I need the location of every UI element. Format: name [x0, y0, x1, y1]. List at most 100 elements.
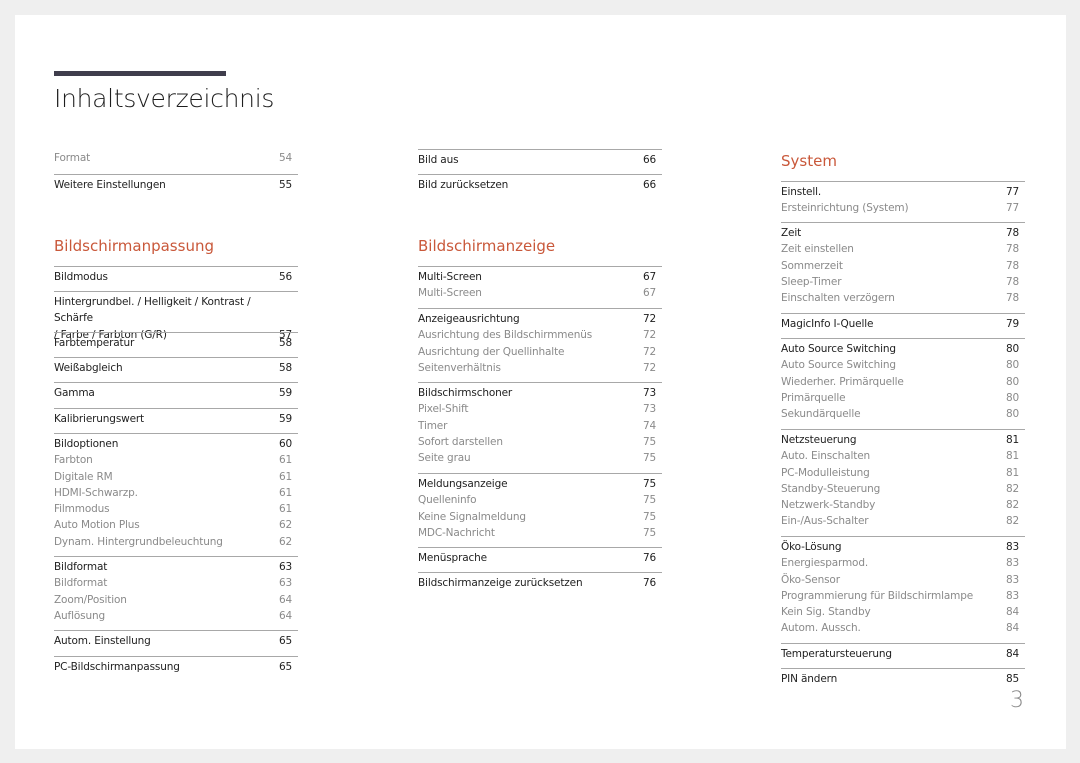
toc-subentry[interactable]: Seitenverhältnis 72 — [418, 360, 662, 376]
toc-subentry[interactable]: Netzwerk-Standby 82 — [781, 497, 1025, 513]
toc-subentry[interactable]: Multi-Screen 67 — [418, 285, 662, 301]
toc-subentry[interactable]: Ausrichtung des Bildschirmmenüs 72 — [418, 327, 662, 343]
toc-subentry[interactable]: Ein-/Aus-Schalter 82 — [781, 513, 1025, 529]
toc-entry-page: 82 — [1005, 499, 1019, 512]
toc-subentry[interactable]: Auto Motion Plus 62 — [54, 517, 298, 533]
toc-subentry[interactable]: Öko-Sensor 83 — [781, 572, 1025, 588]
toc-group: Farbtemperatur 58 — [54, 332, 298, 351]
toc-group: Öko-Lösung 83 Energiesparmod. 83 Öko-Sensor 8… — [781, 536, 1025, 637]
toc-entry-label: Wiederher. Primärquelle — [781, 375, 904, 388]
toc-entry-page: 76 — [642, 577, 656, 589]
toc-subentry[interactable]: Digitale RM 61 — [54, 469, 298, 485]
toc-subentry[interactable]: Ersteinrichtung (System) 77 — [781, 200, 1025, 216]
toc-entry-label: Ein-/Aus-Schalter — [781, 515, 869, 528]
toc-entry[interactable]: Anzeigeausrichtung 72 — [418, 311, 662, 327]
toc-entry-label: MDC-Nachricht — [418, 526, 495, 539]
toc-entry[interactable]: Bild aus 66 — [418, 152, 662, 168]
toc-entry[interactable]: Zeit 78 — [781, 225, 1025, 241]
toc-entry-page: 78 — [1005, 275, 1019, 288]
toc-entry-page: 75 — [642, 510, 656, 523]
toc-entry[interactable]: Bildschirmschoner 73 — [418, 385, 662, 401]
toc-subentry[interactable]: Einschalten verzögern 78 — [781, 290, 1025, 306]
toc-subentry[interactable]: PC-Modulleistung 81 — [781, 465, 1025, 481]
toc-subentry[interactable]: Bildformat 63 — [54, 575, 298, 591]
toc-entry[interactable]: Einstell. 77 — [781, 184, 1025, 200]
toc-entry[interactable]: Autom. Einstellung 65 — [54, 633, 298, 649]
toc-entry-page: 83 — [1005, 589, 1019, 602]
toc-entry-label: Netzsteuerung — [781, 434, 857, 446]
toc-entry[interactable]: Kalibrierungswert 59 — [54, 411, 298, 427]
toc-entry[interactable]: Weitere Einstellungen 55 — [54, 177, 298, 193]
toc-entry-page: 61 — [278, 470, 292, 483]
toc-entry[interactable]: PC-Bildschirmanpassung 65 — [54, 659, 298, 675]
toc-entry[interactable]: Öko-Lösung 83 — [781, 539, 1025, 555]
toc-subentry[interactable]: Autom. Aussch. 84 — [781, 620, 1025, 636]
toc-entry-page: 77 — [1005, 186, 1019, 198]
toc-entry[interactable]: Netzsteuerung 81 — [781, 432, 1025, 448]
toc-entry[interactable]: Auto Source Switching 80 — [781, 341, 1025, 357]
toc-entry-label: Ausrichtung der Quellinhalte — [418, 345, 565, 358]
toc-entry[interactable]: PIN ändern 85 — [781, 671, 1025, 687]
toc-subentry[interactable]: Farbton 61 — [54, 452, 298, 468]
toc-entry[interactable]: Meldungsanzeige 75 — [418, 476, 662, 492]
toc-entry-page: 84 — [1005, 622, 1019, 635]
toc-subentry[interactable]: Dynam. Hintergrundbeleuchtung 62 — [54, 534, 298, 550]
toc-group: Temperatursteuerung 84 — [781, 643, 1025, 662]
toc-entry-page: 80 — [1005, 359, 1019, 372]
toc-entry[interactable]: Multi-Screen 67 — [418, 269, 662, 285]
toc-entry-label: Ersteinrichtung (System) — [781, 202, 909, 215]
toc-subentry[interactable]: Quelleninfo 75 — [418, 492, 662, 508]
toc-group: Meldungsanzeige 75 Quelleninfo 75 Keine Sign… — [418, 473, 662, 541]
toc-entry[interactable]: Gamma 59 — [54, 385, 298, 401]
toc-entry[interactable]: Temperatursteuerung 84 — [781, 646, 1025, 662]
toc-subentry[interactable]: Zoom/Position 64 — [54, 592, 298, 608]
toc-subentry[interactable]: Auto Source Switching 80 — [781, 357, 1025, 373]
toc-entry-page: 85 — [1005, 673, 1019, 685]
toc-group: Kalibrierungswert 59 — [54, 408, 298, 427]
toc-subentry[interactable]: Kein Sig. Standby 84 — [781, 604, 1025, 620]
toc-subentry[interactable]: Wiederher. Primärquelle 80 — [781, 374, 1025, 390]
toc-entry-label: Auto Motion Plus — [54, 519, 140, 532]
toc-entry-page: 60 — [278, 438, 292, 450]
toc-subentry[interactable]: Sekundärquelle 80 — [781, 406, 1025, 422]
toc-entry[interactable]: Weißabgleich 58 — [54, 360, 298, 376]
toc-subentry[interactable]: Timer 74 — [418, 418, 662, 434]
toc-entry[interactable]: Bildoptionen 60 — [54, 436, 298, 452]
toc-entry-page: 83 — [1005, 573, 1019, 586]
toc-entry[interactable]: MagicInfo I-Quelle 79 — [781, 316, 1025, 332]
toc-subentry[interactable]: Auto. Einschalten 81 — [781, 448, 1025, 464]
toc-subentry[interactable]: Keine Signalmeldung 75 — [418, 509, 662, 525]
toc-subentry[interactable]: Pixel-Shift 73 — [418, 401, 662, 417]
toc-subentry[interactable]: Auflösung 64 — [54, 608, 298, 624]
toc-group: Format 54 — [54, 150, 298, 166]
toc-entry[interactable]: Farbtemperatur 58 — [54, 335, 298, 351]
toc-group: Anzeigeausrichtung 72 Ausrichtung des Bild… — [418, 308, 662, 376]
toc-subentry[interactable]: Ausrichtung der Quellinhalte 72 — [418, 344, 662, 360]
toc-entry[interactable]: Menüsprache 76 — [418, 550, 662, 566]
toc-entry-page: 78 — [1005, 292, 1019, 305]
toc-subentry[interactable]: HDMI-Schwarzp. 61 — [54, 485, 298, 501]
toc-entry[interactable]: Bildschirmanzeige zurücksetzen 76 — [418, 575, 662, 591]
toc-entry-label: Filmmodus — [54, 503, 110, 516]
toc-subentry[interactable]: Sommerzeit 78 — [781, 258, 1025, 274]
toc-subentry[interactable]: Programmierung für Bildschirmlampe 83 — [781, 588, 1025, 604]
toc-entry[interactable]: Bildformat 63 — [54, 559, 298, 575]
toc-group: Einstell. 77 Ersteinrichtung (System) 77 — [781, 181, 1025, 217]
toc-entry[interactable]: Bildmodus 56 — [54, 269, 298, 285]
toc-entry-page: 83 — [1005, 557, 1019, 570]
toc-subentry[interactable]: Standby-Steuerung 82 — [781, 481, 1025, 497]
toc-subentry[interactable]: Sofort darstellen 75 — [418, 434, 662, 450]
toc-entry-label: Farbton — [54, 454, 93, 467]
toc-entry-page: 82 — [1005, 515, 1019, 528]
toc-entry-label: Sleep-Timer — [781, 275, 842, 288]
toc-subentry[interactable]: Seite grau 75 — [418, 450, 662, 466]
toc-subentry[interactable]: Format 54 — [54, 150, 298, 166]
toc-subentry[interactable]: MDC-Nachricht 75 — [418, 525, 662, 541]
toc-entry-label: Standby-Steuerung — [781, 482, 881, 495]
toc-entry[interactable]: Bild zurücksetzen 66 — [418, 177, 662, 193]
toc-subentry[interactable]: Primärquelle 80 — [781, 390, 1025, 406]
toc-subentry[interactable]: Filmmodus 61 — [54, 501, 298, 517]
toc-subentry[interactable]: Zeit einstellen 78 — [781, 241, 1025, 257]
toc-subentry[interactable]: Energiesparmod. 83 — [781, 555, 1025, 571]
toc-subentry[interactable]: Sleep-Timer 78 — [781, 274, 1025, 290]
